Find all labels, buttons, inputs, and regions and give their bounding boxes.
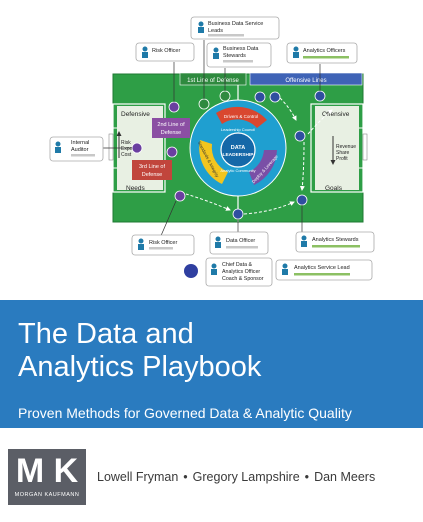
third-line-label-2: Defense [142,172,163,178]
role-label: Internal [71,140,89,146]
role-label: Analytics Officer [222,269,260,275]
book-title: The Data and Analytics Playbook [18,318,408,384]
second-line-label-2: Defense [161,130,182,136]
title-line-2: Analytics Playbook [18,351,262,383]
cover-diagram: Defensive Offensive Needs Goals Risk Exp… [49,16,375,287]
role-card: Chief Data & Analytics Officer Coach & S… [205,257,273,287]
data-leadership-label-1: DATA [231,145,245,151]
player-dot [166,146,178,158]
role-label: Stewards [223,53,246,59]
cost-label: Cost [121,152,132,158]
left-goal [108,133,114,161]
player-dot [294,130,306,142]
role-card: Risk Officer [131,234,195,256]
role-card: Business Data Stewards [206,42,272,68]
third-line-label-1: 3rd Line of [139,164,165,170]
role-label: Business Data [223,46,259,52]
player-dot [219,90,231,102]
authors: Lowell Fryman • Gregory Lampshire • Dan Meer… [97,470,375,484]
player-dot [184,264,198,278]
role-card: Analytics Officers [286,42,358,64]
role-label: Data Officer [226,238,255,244]
first-line-label: 1st Line of Defense [187,78,239,84]
wheel-community-label: Analytic Community [220,168,255,173]
needs-label: Needs [126,185,146,192]
role-card: Risk Officer [135,42,195,62]
player-dot [131,142,143,154]
role-card: Analytics Stewards [295,231,375,253]
wheel-council-label: Leadership Council [221,127,255,132]
player-dot [232,208,244,220]
role-label: Risk Officer [149,240,177,246]
publisher-logo: M K MORGAN KAUFMANN [8,449,86,505]
data-leadership-label-2: LEADERSHIP [223,152,255,158]
role-label: Analytics Officers [303,48,346,54]
goals-label: Goals [325,185,343,192]
role-label: Chief Data & [222,262,252,268]
role-card: Analytics Service Lead [275,259,373,281]
player-dot [314,90,326,102]
book-subtitle: Proven Methods for Governed Data & Analy… [18,405,352,421]
wheel-drivers-label: Drivers & Control [224,114,258,119]
role-label: Auditor [71,147,89,153]
role-card: Internal Auditor [49,136,104,162]
player-dot [296,194,308,206]
role-label: Analytics Service Lead [294,265,350,271]
title-line-1: The Data and [18,318,194,350]
role-label: Analytics Stewards [312,237,359,243]
author-separator: • [304,470,310,484]
author-name: Gregory Lampshire [192,470,300,484]
role-label: Risk Officer [152,48,180,54]
author-name: Lowell Fryman [97,470,179,484]
player-dot [269,91,281,103]
right-goal [362,133,368,161]
role-card: Data Officer [209,231,269,255]
player-dot [254,91,266,103]
defensive-label: Defensive [121,111,150,118]
role-label: Business Data Service [208,21,263,27]
player-dot [198,98,210,110]
role-card: Business Data Service Leads [190,16,280,40]
author-name: Dan Meers [314,470,376,484]
publisher-name: MORGAN KAUFMANN [14,492,80,498]
publisher-mark: M K [15,452,79,490]
role-label: Leads [208,28,223,34]
second-line-label-1: 2nd Line of [157,122,185,128]
author-separator: • [183,470,188,484]
role-label: Coach & Sponsor [222,276,264,282]
player-dot [174,190,186,202]
offensive-lines-label: Offensive Lines [285,78,326,84]
profit-label: Profit [336,156,348,162]
player-dot [168,101,180,113]
